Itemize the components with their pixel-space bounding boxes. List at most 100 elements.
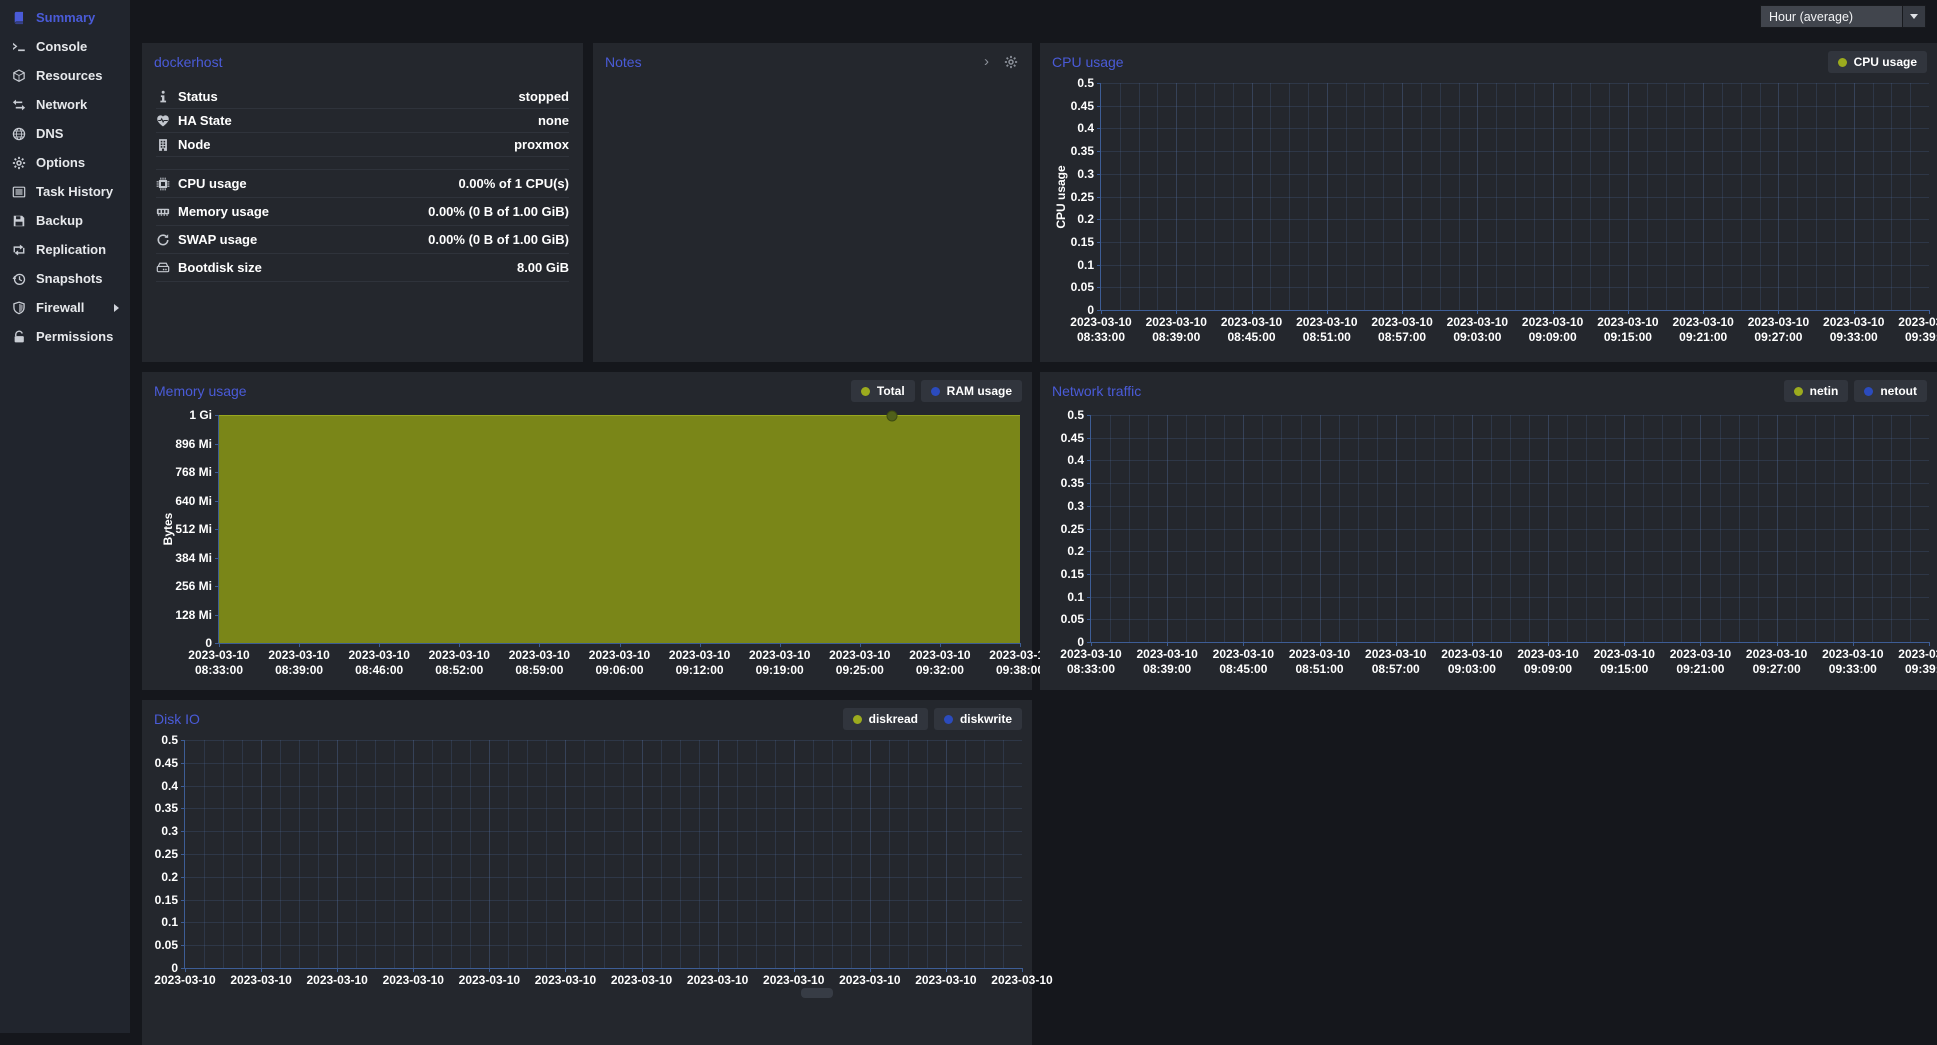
gridline [1301, 415, 1302, 642]
y-tick-label: 0.5 [161, 733, 178, 747]
x-tick-label: 2023-03-1008:45:00 [1213, 647, 1274, 677]
legend-item-diskwrite[interactable]: diskwrite [934, 708, 1022, 730]
legend-item-diskread[interactable]: diskread [843, 708, 928, 730]
gridline [1415, 415, 1416, 642]
sidebar-item-firewall[interactable]: Firewall [0, 293, 130, 322]
x-tick-label: 2023-03-1008:39:00 [1146, 315, 1207, 345]
sidebar-item-backup[interactable]: Backup [0, 206, 130, 235]
status-row-value: proxmox [514, 137, 569, 152]
legend-dot [1838, 58, 1847, 67]
x-tick-mark [794, 968, 795, 972]
y-tick-label: 0.15 [155, 893, 178, 907]
gridline [1854, 83, 1855, 310]
x-tick-label: 2023-03-10 [154, 973, 215, 988]
x-tick-mark [1091, 642, 1092, 646]
x-tick-label: 2023-03-1009:32:00 [909, 648, 970, 678]
sidebar-item-snapshots[interactable]: Snapshots [0, 264, 130, 293]
x-tick-label: 2023-03-1009:15:00 [1594, 647, 1655, 677]
gridline [1816, 83, 1817, 310]
legend-dot [861, 387, 870, 396]
legend-item-ram-usage[interactable]: RAM usage [921, 380, 1022, 402]
disk-icon [156, 261, 178, 275]
status-row-status: Statusstopped [156, 85, 569, 109]
legend-dot [1864, 387, 1873, 396]
x-tick-mark [1548, 642, 1549, 646]
x-tick-label: 2023-03-1008:33:00 [1070, 315, 1131, 345]
sidebar: Summary Console Resources Network DNSOptions… [0, 0, 130, 1033]
status-row-value: stopped [518, 89, 569, 104]
sidebar-item-label: Snapshots [36, 271, 102, 286]
legend-item-netin[interactable]: netin [1784, 380, 1849, 402]
sidebar-item-console[interactable]: Console [0, 32, 130, 61]
gear-icon[interactable] [1004, 55, 1018, 69]
status-row-swap-usage: SWAP usage0.00% (0 B of 1.00 GiB) [156, 226, 569, 254]
gridline [1358, 415, 1359, 642]
x-tick-label: 2023-03-1009:15:00 [1597, 315, 1658, 345]
y-tick-mark [181, 945, 185, 946]
y-tick-mark [181, 763, 185, 764]
gridline [1647, 83, 1648, 310]
gridline [1684, 83, 1685, 310]
gridline [1434, 415, 1435, 642]
status-row-value: 0.00% (0 B of 1.00 GiB) [428, 204, 569, 219]
gridline [1567, 415, 1568, 642]
chevron-right-icon[interactable]: › [984, 56, 989, 68]
status-row-label: Memory usage [178, 204, 269, 219]
legend-item-cpu-usage[interactable]: CPU usage [1828, 51, 1927, 73]
gridline [1681, 415, 1682, 642]
y-tick-mark [181, 740, 185, 741]
timeframe-dropdown-button[interactable] [1902, 6, 1925, 27]
timeframe-select[interactable]: Hour (average) [1760, 5, 1926, 28]
gridline [1758, 415, 1759, 642]
sidebar-item-network[interactable]: Network [0, 90, 130, 119]
gridline [489, 740, 490, 968]
diskio-chart-title: Disk IO [142, 700, 212, 727]
legend-label: Total [877, 384, 905, 398]
x-tick-mark [413, 968, 414, 972]
gridline [1590, 83, 1591, 310]
y-tick-label: 0.25 [155, 847, 178, 861]
sidebar-item-label: Network [36, 97, 87, 112]
gridline [1262, 415, 1263, 642]
sidebar-item-resources[interactable]: Resources [0, 61, 130, 90]
gridline [1186, 415, 1187, 642]
x-tick-label: 2023-03-1009:09:00 [1522, 315, 1583, 345]
x-tick-label: 2023-03-1009:25:00 [829, 648, 890, 678]
x-tick-label: 2023-03-1009:19:00 [749, 648, 810, 678]
gridline [1873, 83, 1874, 310]
x-tick-mark [860, 643, 861, 647]
gridline [1609, 83, 1610, 310]
sidebar-item-label: Console [36, 39, 87, 54]
x-tick-mark [1472, 642, 1473, 646]
x-tick-mark [1700, 642, 1701, 646]
gridline [1910, 83, 1911, 310]
network-traffic-chart-panel: Network trafficnetinnetout0.50.450.40.35… [1040, 372, 1937, 690]
sidebar-item-dns[interactable]: DNS [0, 119, 130, 148]
x-tick-label: 2023-03-10 [915, 973, 976, 988]
legend-dot [931, 387, 940, 396]
x-tick-label: 2023-03-10 [459, 973, 520, 988]
legend-item-total[interactable]: Total [851, 380, 915, 402]
y-tick-mark [1087, 574, 1091, 575]
x-tick-label: 2023-03-1008:51:00 [1296, 315, 1357, 345]
splitter-handle[interactable] [801, 988, 833, 998]
y-tick-label: 0.2 [1067, 544, 1084, 558]
sidebar-item-options[interactable]: Options [0, 148, 130, 177]
gear-icon [10, 155, 27, 171]
network-chart-title: Network traffic [1040, 372, 1153, 399]
sidebar-item-summary[interactable]: Summary [0, 3, 130, 32]
gridline [204, 740, 205, 968]
gridline [375, 740, 376, 968]
gridline [1003, 740, 1004, 968]
gridline [1308, 83, 1309, 310]
gridline [1515, 83, 1516, 310]
node-icon [156, 138, 178, 152]
legend-item-netout[interactable]: netout [1854, 380, 1927, 402]
sidebar-item-replication[interactable]: Replication [0, 235, 130, 264]
y-tick-mark [215, 472, 219, 473]
sidebar-item-permissions[interactable]: Permissions [0, 322, 130, 351]
status-row-value: 0.00% (0 B of 1.00 GiB) [428, 232, 569, 247]
sidebar-item-task-history[interactable]: Task History [0, 177, 130, 206]
sidebar-item-label: Replication [36, 242, 106, 257]
gridline [642, 740, 643, 968]
